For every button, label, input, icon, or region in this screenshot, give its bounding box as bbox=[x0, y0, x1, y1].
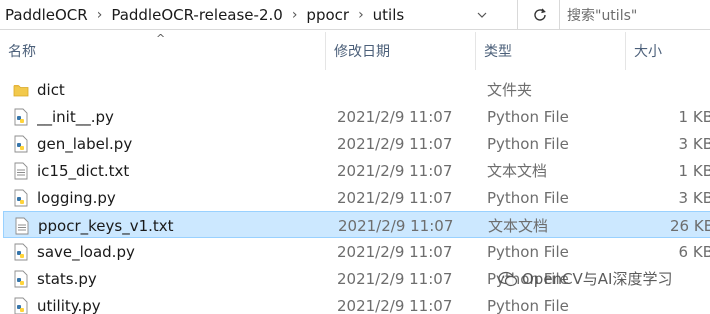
file-row-selected[interactable]: ppocr_keys_v1.txt 2021/2/9 11:07 文本文档 26… bbox=[0, 211, 710, 238]
python-file-icon bbox=[13, 103, 31, 130]
column-header-row: 名称 ^ 修改日期 类型 大小 bbox=[0, 32, 710, 70]
file-date: 2021/2/9 11:07 bbox=[337, 269, 453, 288]
watermark-text: OpenCV与AI深度学习 bbox=[522, 270, 673, 288]
file-type: Python File bbox=[487, 296, 569, 314]
file-type: 文本文档 bbox=[487, 162, 548, 180]
file-row[interactable]: ic15_dict.txt 2021/2/9 11:07 文本文档 1 KB bbox=[0, 157, 710, 184]
file-type: Python File bbox=[487, 242, 569, 261]
file-date: 2021/2/9 11:07 bbox=[337, 134, 453, 153]
search-input[interactable]: 搜索"utils" bbox=[561, 0, 710, 29]
sort-ascending-icon: ^ bbox=[156, 32, 166, 45]
file-name: dict bbox=[37, 80, 65, 99]
file-date: 2021/2/9 11:07 bbox=[337, 161, 453, 180]
column-header-size[interactable]: 大小 bbox=[626, 32, 710, 70]
file-type: Python File bbox=[487, 188, 569, 207]
breadcrumb-utils[interactable]: utils bbox=[368, 6, 410, 24]
file-size: 6 KB bbox=[678, 242, 710, 261]
file-name: __init__.py bbox=[37, 107, 114, 126]
python-file-icon bbox=[13, 184, 31, 211]
file-date: 2021/2/9 11:07 bbox=[337, 296, 453, 314]
breadcrumb-ppocr[interactable]: ppocr bbox=[301, 6, 354, 24]
file-row[interactable]: __init__.py 2021/2/9 11:07 Python File 1… bbox=[0, 103, 710, 130]
python-file-icon bbox=[13, 292, 31, 314]
file-date: 2021/2/9 11:07 bbox=[337, 188, 453, 207]
file-size: 3 KB bbox=[678, 134, 710, 153]
file-date bbox=[337, 76, 477, 103]
file-size: 1 KB bbox=[678, 161, 710, 180]
file-name: save_load.py bbox=[37, 242, 135, 261]
file-name: ic15_dict.txt bbox=[37, 161, 130, 180]
file-row[interactable]: utility.py 2021/2/9 11:07 Python File bbox=[0, 292, 710, 314]
breadcrumb-separator[interactable]: › bbox=[288, 7, 302, 23]
file-row[interactable]: dict 文件夹 bbox=[0, 76, 710, 103]
file-date: 2021/2/9 11:07 bbox=[337, 242, 453, 261]
file-size: 26 KB bbox=[670, 216, 710, 235]
file-row[interactable]: save_load.py 2021/2/9 11:07 Python File … bbox=[0, 238, 710, 265]
file-size: 3 KB bbox=[678, 188, 710, 207]
refresh-button[interactable] bbox=[520, 0, 560, 29]
file-type: 文件夹 bbox=[487, 81, 533, 99]
refresh-icon bbox=[533, 8, 546, 21]
watermark: OpenCV与AI深度学习 bbox=[498, 268, 672, 289]
text-file-icon bbox=[14, 212, 32, 239]
text-file-icon bbox=[13, 157, 31, 184]
file-date: 2021/2/9 11:07 bbox=[337, 107, 453, 126]
file-type: 文本文档 bbox=[488, 217, 549, 235]
file-type: Python File bbox=[487, 134, 569, 153]
column-header-date[interactable]: 修改日期 bbox=[326, 32, 476, 70]
python-file-icon bbox=[13, 130, 31, 157]
python-file-icon bbox=[13, 265, 31, 292]
folder-icon bbox=[13, 76, 31, 103]
chevron-down-icon[interactable] bbox=[471, 0, 493, 29]
breadcrumb-separator[interactable]: › bbox=[354, 7, 368, 23]
file-row[interactable]: gen_label.py 2021/2/9 11:07 Python File … bbox=[0, 130, 710, 157]
python-file-icon bbox=[13, 238, 31, 265]
file-name: logging.py bbox=[37, 188, 116, 207]
file-name: utility.py bbox=[37, 296, 101, 314]
address-bar[interactable]: PaddleOCR › PaddleOCR-release-2.0 › ppoc… bbox=[0, 0, 518, 29]
file-size bbox=[627, 292, 710, 314]
file-size: 1 KB bbox=[678, 107, 710, 126]
file-date: 2021/2/9 11:07 bbox=[338, 216, 454, 235]
wechat-icon bbox=[498, 271, 518, 286]
file-name: gen_label.py bbox=[37, 134, 133, 153]
breadcrumb-paddleocr[interactable]: PaddleOCR bbox=[0, 6, 93, 24]
breadcrumb-paddleocr-release[interactable]: PaddleOCR-release-2.0 bbox=[106, 6, 287, 24]
top-bar: PaddleOCR › PaddleOCR-release-2.0 › ppoc… bbox=[0, 0, 710, 30]
file-size bbox=[627, 76, 710, 103]
file-name: ppocr_keys_v1.txt bbox=[38, 216, 174, 235]
column-header-type[interactable]: 类型 bbox=[476, 32, 626, 70]
file-row[interactable]: logging.py 2021/2/9 11:07 Python File 3 … bbox=[0, 184, 710, 211]
breadcrumb-separator[interactable]: › bbox=[93, 7, 107, 23]
file-type: Python File bbox=[487, 107, 569, 126]
file-name: stats.py bbox=[37, 269, 97, 288]
